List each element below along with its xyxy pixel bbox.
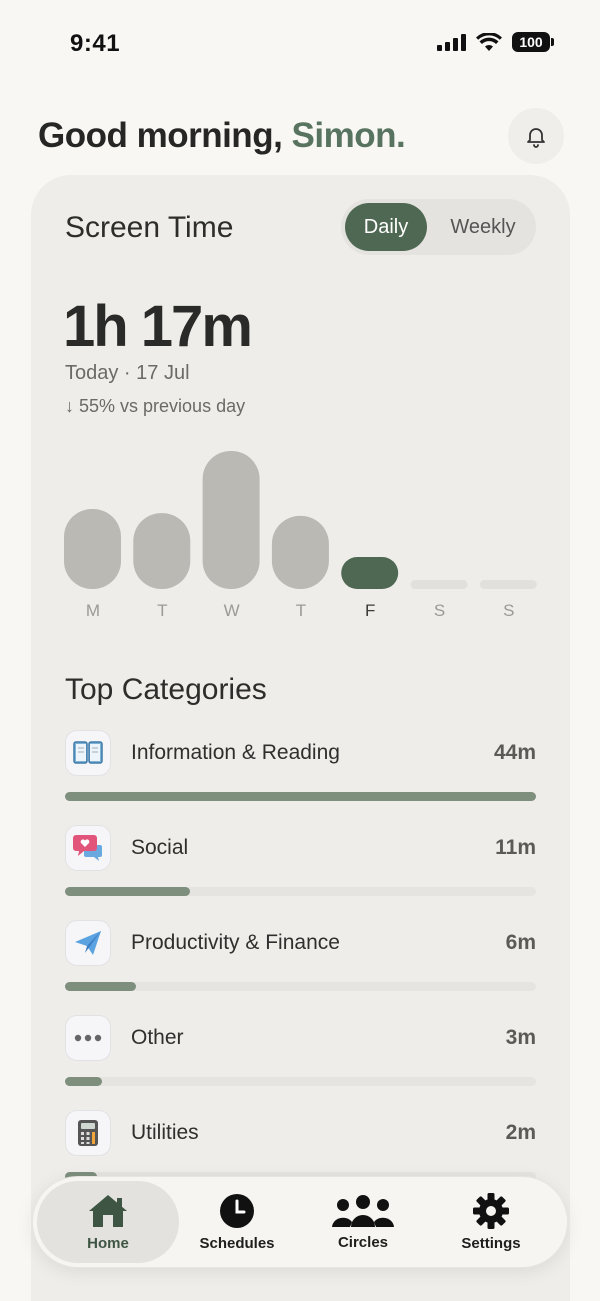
category-name: Other xyxy=(131,1026,184,1049)
category-time: 11m xyxy=(495,836,536,859)
day-label: M xyxy=(85,601,101,620)
day-label: T xyxy=(157,601,168,620)
category-bar-track xyxy=(65,982,536,991)
people-icon xyxy=(332,1194,394,1227)
tab-label: Home xyxy=(87,1234,129,1252)
screen-time-card: Screen Time Daily Weekly 1h 17m Today · … xyxy=(31,175,570,1301)
status-icons: 100 xyxy=(437,32,554,52)
category-row[interactable]: Information & Reading 44m xyxy=(65,730,536,820)
day-label: S xyxy=(433,601,446,620)
comparison-label: ↓ 55% vs previous day xyxy=(65,396,246,416)
tab-label: Schedules xyxy=(199,1234,275,1252)
category-name: Utilities xyxy=(131,1121,199,1144)
chart-bar-5[interactable] xyxy=(410,580,468,589)
calculator-icon xyxy=(65,1110,111,1156)
category-time: 2m xyxy=(505,1121,536,1144)
notifications-button[interactable] xyxy=(508,108,564,164)
status-bar: 9:41 100 xyxy=(0,0,600,90)
category-bar-track xyxy=(65,1077,536,1086)
greeting-name: Simon. xyxy=(291,116,406,155)
tab-label: Settings xyxy=(461,1234,521,1252)
gear-icon xyxy=(473,1192,509,1229)
greeting-prefix: Good morning, xyxy=(38,116,292,155)
speech-heart-icon xyxy=(65,825,111,871)
category-time: 44m xyxy=(493,741,536,764)
category-row[interactable]: Productivity & Finance 6m xyxy=(65,920,536,1010)
category-name: Information & Reading xyxy=(131,741,340,764)
category-row[interactable]: Social 11m xyxy=(65,825,536,915)
status-time: 9:41 xyxy=(70,30,121,57)
cellular-signal-icon xyxy=(437,33,466,51)
battery-icon: 100 xyxy=(512,32,554,52)
category-time: 3m xyxy=(505,1026,536,1049)
weekly-bar-chart: MTWTFSS xyxy=(31,445,570,635)
clock-icon xyxy=(220,1193,254,1228)
category-bar-track xyxy=(65,887,536,896)
chart-bar-0[interactable] xyxy=(64,508,121,589)
chart-bar-1[interactable] xyxy=(133,513,191,589)
category-bar-track xyxy=(65,792,536,801)
chart-bars xyxy=(64,451,537,589)
chart-bar-4[interactable] xyxy=(341,557,399,589)
category-bar-fill xyxy=(65,792,536,801)
category-time: 6m xyxy=(505,931,536,954)
day-label: F xyxy=(364,601,376,620)
tab-circles[interactable]: Circles xyxy=(299,1181,427,1263)
top-categories-title: Top Categories xyxy=(65,673,267,706)
category-name: Productivity & Finance xyxy=(131,931,340,954)
toggle-daily[interactable]: Daily xyxy=(345,203,427,251)
book-icon xyxy=(65,730,111,776)
category-bar-fill xyxy=(65,982,136,991)
home-icon xyxy=(89,1194,127,1227)
paper-plane-icon xyxy=(65,920,111,966)
tab-settings[interactable]: Settings xyxy=(427,1181,555,1263)
greeting: Good morning, Simon. xyxy=(38,116,406,156)
total-screen-time: 1h 17m xyxy=(63,294,253,359)
tab-schedules[interactable]: Schedules xyxy=(173,1181,301,1263)
bell-icon xyxy=(527,128,545,148)
category-bar-fill xyxy=(65,1077,102,1086)
screen-time-title: Screen Time xyxy=(65,211,234,244)
tab-label: Circles xyxy=(337,1233,389,1251)
chart-bar-3[interactable] xyxy=(271,515,329,589)
category-bar-fill xyxy=(65,887,190,896)
date-label: Today · 17 Jul xyxy=(65,362,190,384)
toggle-weekly[interactable]: Weekly xyxy=(433,203,533,251)
chart-bar-2[interactable] xyxy=(202,451,260,589)
day-label: T xyxy=(295,601,307,620)
category-name: Social xyxy=(131,836,189,859)
tab-bar: Home Schedules Circles Settings xyxy=(32,1176,568,1268)
day-label: W xyxy=(223,601,240,620)
wifi-icon xyxy=(476,32,502,51)
category-row[interactable]: Other 3m xyxy=(65,1015,536,1105)
day-label: S xyxy=(503,601,515,620)
period-toggle: Daily Weekly xyxy=(341,199,536,255)
chart-bar-6[interactable] xyxy=(479,580,537,589)
tab-home[interactable]: Home xyxy=(37,1181,179,1263)
ellipsis-icon xyxy=(65,1015,111,1061)
